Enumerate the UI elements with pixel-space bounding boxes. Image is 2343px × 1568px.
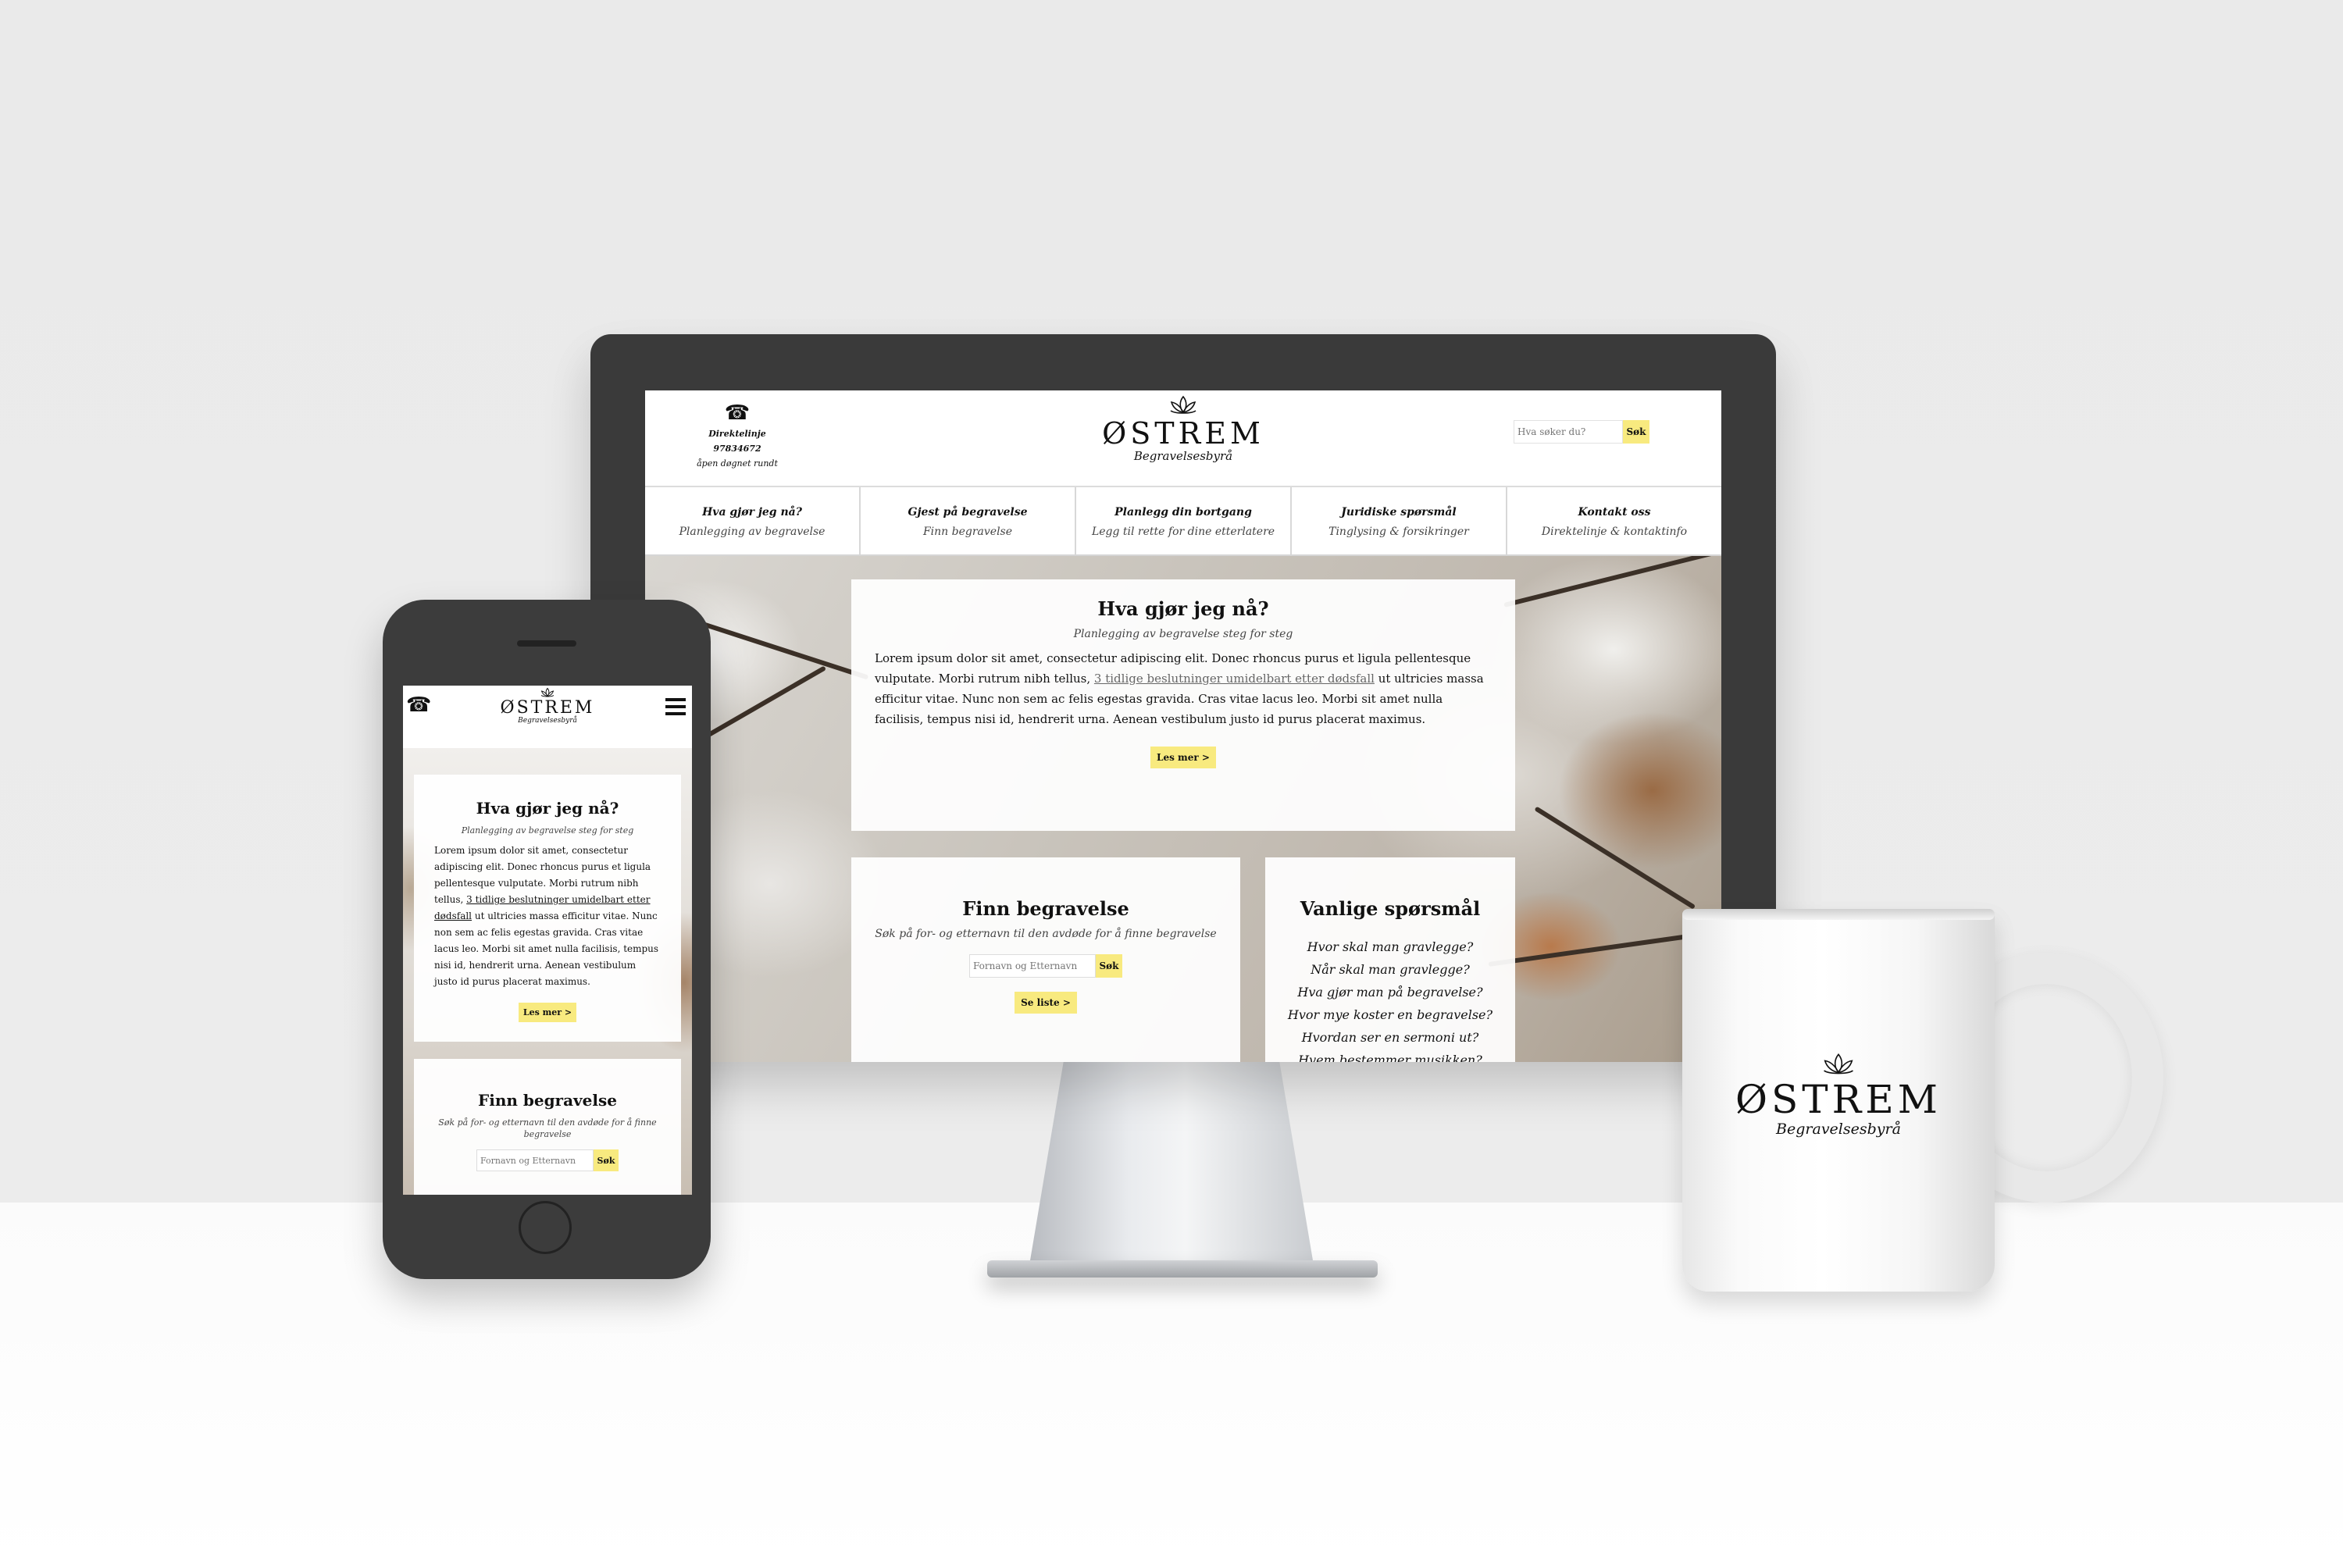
nav-subtitle: Legg til rette for dine etterlatere <box>1091 526 1275 538</box>
imac-stand-neck <box>1029 1062 1314 1265</box>
find-funeral-search: Søk <box>437 1149 658 1171</box>
find-funeral-title: Finn begravelse <box>962 897 1129 920</box>
telephone-icon: ☎ <box>724 401 751 425</box>
see-list-button[interactable]: Se liste > <box>1015 992 1077 1014</box>
nav-title: Gjest på begravelse <box>908 506 1028 519</box>
faq-link[interactable]: Når skal man gravlegge? <box>1273 958 1507 981</box>
deceased-name-input[interactable] <box>476 1149 594 1171</box>
brand-name: ØSTREM <box>1735 1077 1942 1122</box>
site-header: ☎ Direktelinje 97834672 åpen døgnet rund… <box>645 390 1721 486</box>
brand-subtitle: Begravelsesbyrå <box>1776 1121 1901 1138</box>
nav-subtitle: Planlegging av begravelse <box>679 526 826 538</box>
faq-link[interactable]: Hva gjør man på begravelse? <box>1273 981 1507 1003</box>
nav-item-hva-gjor-jeg-na[interactable]: Hva gjør jeg nå? Planlegging av begravel… <box>645 487 859 554</box>
mobile-hero-photo: Hva gjør jeg nå? Planlegging av begravel… <box>403 748 692 1195</box>
faq-list: Hvor skal man gravlegge? Når skal man gr… <box>1273 935 1507 1062</box>
mobile-logo[interactable]: ØSTREM Begravelsesbyrå <box>489 687 606 725</box>
main-navigation: Hva gjør jeg nå? Planlegging av begravel… <box>645 486 1721 556</box>
hotline-hours: åpen døgnet rundt <box>697 458 778 469</box>
nav-title: Juridiske spørsmål <box>1341 506 1457 519</box>
intro-title: Hva gjør jeg nå? <box>1097 597 1269 620</box>
mobile-website: ☎ ØSTREM Begravelsesbyrå Hva gjør jeg nå… <box>403 686 692 1195</box>
intro-subtitle: Planlegging av begravelse steg for steg <box>461 825 634 836</box>
intro-inline-link[interactable]: 3 tidlige beslutninger umidelbart etter … <box>1094 672 1375 686</box>
find-funeral-title: Finn begravelse <box>478 1091 617 1110</box>
phone-speaker <box>517 640 576 647</box>
search-button[interactable]: Søk <box>1623 420 1649 444</box>
find-funeral-search-button[interactable]: Søk <box>1096 954 1122 978</box>
lotus-logo-icon <box>1824 1053 1853 1074</box>
branch-decoration <box>1503 556 1717 608</box>
mobile-find-funeral-card: Finn begravelse Søk på for- og etternavn… <box>414 1059 681 1195</box>
nav-title: Kontakt oss <box>1578 506 1651 519</box>
find-funeral-subtitle: Søk på for- og etternavn til den avdøde … <box>438 1117 657 1139</box>
desktop-website: ☎ Direktelinje 97834672 åpen døgnet rund… <box>645 390 1721 1062</box>
deceased-name-input[interactable] <box>969 954 1096 978</box>
nav-item-kontakt-oss[interactable]: Kontakt oss Direktelinje & kontaktinfo <box>1506 487 1721 554</box>
lotus-logo-icon <box>1170 395 1196 414</box>
imac-frame: ☎ Direktelinje 97834672 åpen døgnet rund… <box>590 334 1776 1062</box>
menu-icon[interactable] <box>665 698 686 715</box>
hero-blossom-photo: Hva gjør jeg nå? Planlegging av begravel… <box>645 556 1721 1062</box>
brand-name: ØSTREM <box>1102 416 1264 451</box>
intro-text-end: ut ultricies massa efficitur vitae. Nunc… <box>434 911 659 987</box>
phone-home-button[interactable] <box>519 1201 572 1254</box>
phone-frame: ☎ ØSTREM Begravelsesbyrå Hva gjør jeg nå… <box>383 600 711 1279</box>
intro-card: Hva gjør jeg nå? Planlegging av begravel… <box>851 579 1515 831</box>
find-funeral-subtitle: Søk på for- og etternavn til den avdøde … <box>875 928 1217 940</box>
faq-link[interactable]: Hvor mye koster en begravelse? <box>1273 1003 1507 1026</box>
intro-subtitle: Planlegging av begravelse steg for steg <box>1073 628 1293 640</box>
brand-name: ØSTREM <box>500 698 595 718</box>
intro-text: Lorem ipsum dolor sit amet, consectetur … <box>875 648 1492 729</box>
find-funeral-search: Søk <box>867 954 1225 978</box>
intro-text: Lorem ipsum dolor sit amet, consectetur … <box>434 843 661 990</box>
hotline-block[interactable]: ☎ Direktelinje 97834672 åpen døgnet rund… <box>690 400 784 471</box>
telephone-icon[interactable]: ☎ <box>406 693 431 717</box>
faq-link[interactable]: Hvem bestemmer musikken? <box>1273 1049 1507 1062</box>
nav-title: Hva gjør jeg nå? <box>702 506 802 519</box>
nav-item-gjest-pa-begravelse[interactable]: Gjest på begravelse Finn begravelse <box>859 487 1075 554</box>
hotline-number: Direktelinje 97834672 <box>708 429 766 454</box>
nav-subtitle: Finn begravelse <box>922 526 1013 538</box>
faq-link[interactable]: Hvordan ser en sermoni ut? <box>1273 1026 1507 1049</box>
lotus-logo-icon <box>540 687 555 697</box>
find-funeral-search-button[interactable]: Søk <box>594 1149 619 1171</box>
brand-subtitle: Begravelsesbyrå <box>1133 449 1233 463</box>
faq-link[interactable]: Hvor skal man gravlegge? <box>1273 935 1507 958</box>
find-funeral-card: Finn begravelse Søk på for- og etternavn… <box>851 857 1240 1062</box>
mug-logo: ØSTREM Begravelsesbyrå <box>1682 1053 1995 1137</box>
mobile-header: ☎ ØSTREM Begravelsesbyrå <box>403 686 692 748</box>
nav-subtitle: Direktelinje & kontaktinfo <box>1541 526 1688 538</box>
mockup-scene: ☎ Direktelinje 97834672 åpen døgnet rund… <box>0 0 2343 1568</box>
nav-item-planlegg-din-bortgang[interactable]: Planlegg din bortgang Legg til rette for… <box>1075 487 1290 554</box>
mug: ØSTREM Begravelsesbyrå <box>1682 909 1995 1292</box>
nav-item-juridiske-sporsmal[interactable]: Juridiske spørsmål Tinglysing & forsikri… <box>1290 487 1506 554</box>
mug-rim <box>1682 909 1995 920</box>
read-more-button[interactable]: Les mer > <box>1150 747 1216 768</box>
site-search: Søk <box>1514 420 1649 444</box>
nav-subtitle: Tinglysing & forsikringer <box>1328 526 1469 538</box>
branch-decoration <box>1534 806 1696 910</box>
mobile-intro-card: Hva gjør jeg nå? Planlegging av begravel… <box>414 775 681 1042</box>
nav-title: Planlegg din bortgang <box>1114 506 1252 519</box>
intro-title: Hva gjør jeg nå? <box>476 799 619 818</box>
faq-title: Vanlige spørsmål <box>1300 897 1481 920</box>
read-more-button[interactable]: Les mer > <box>518 1003 577 1022</box>
site-logo[interactable]: ØSTREM Begravelsesbyrå <box>1066 395 1300 462</box>
faq-card: Vanlige spørsmål Hvor skal man gravlegge… <box>1265 857 1515 1062</box>
search-input[interactable] <box>1514 420 1623 444</box>
imac-stand-foot <box>987 1260 1378 1278</box>
